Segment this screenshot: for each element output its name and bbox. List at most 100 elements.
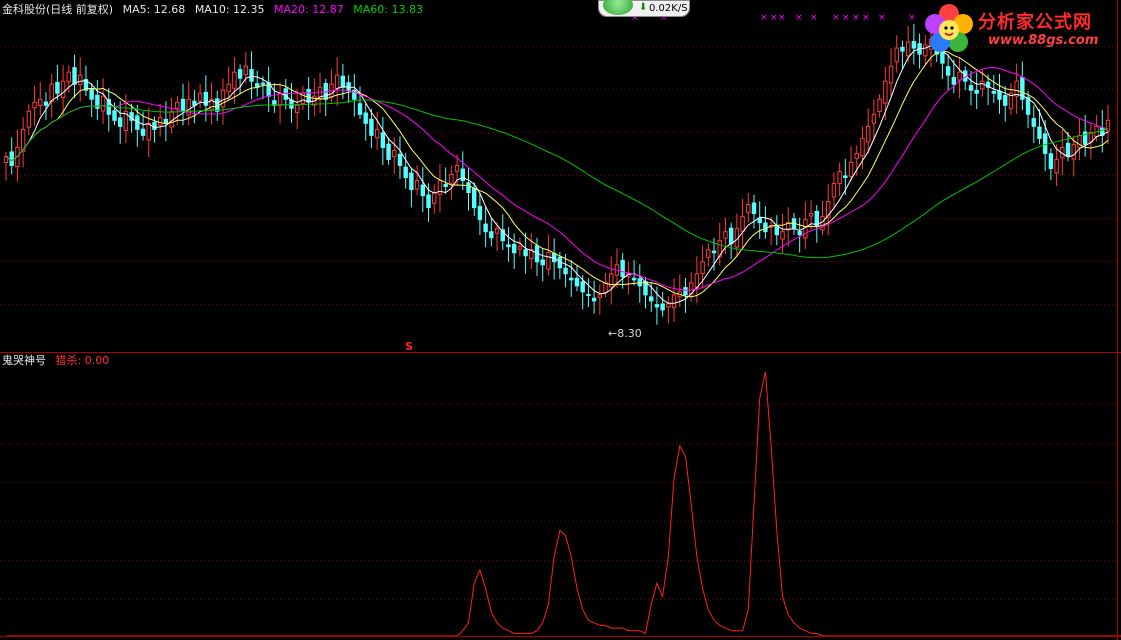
candle-body	[591, 297, 597, 302]
candle-body	[420, 184, 426, 197]
stock-name: 金科股份	[2, 3, 46, 16]
candle-body	[380, 132, 386, 148]
candle-body	[55, 81, 60, 94]
candle-body	[414, 180, 420, 190]
candle-body	[894, 47, 899, 63]
indicator-legend: 鬼哭神号 猎杀: 0.00	[2, 354, 109, 368]
candle-body	[700, 261, 705, 275]
candle-body	[888, 65, 894, 84]
candle-body	[49, 83, 54, 102]
candle-body	[1014, 80, 1019, 97]
site-logo: 分析家公式网 www.88gs.com	[922, 2, 1120, 56]
candle-body	[477, 205, 483, 221]
candle-body	[483, 223, 488, 233]
candle-body	[506, 244, 511, 248]
candle-body	[694, 273, 700, 288]
period-label: (日线 前复权)	[46, 3, 114, 16]
candle-body	[951, 77, 957, 85]
candle-body	[837, 170, 842, 185]
candle-body	[374, 128, 380, 139]
candle-body	[357, 103, 363, 115]
candle-body	[831, 183, 837, 198]
candle-body	[443, 183, 448, 188]
candle-body	[631, 277, 637, 281]
candle-body	[808, 213, 814, 217]
signal-x-marker: ×	[778, 13, 786, 23]
candle-body	[1071, 143, 1076, 160]
indicator-line	[6, 371, 1121, 637]
candle-body	[871, 113, 877, 124]
candle-body	[346, 82, 351, 91]
candle-body	[905, 41, 911, 57]
candle-body	[197, 92, 203, 102]
grid-lines	[0, 46, 1118, 600]
network-speed-text: 0.02K/S	[649, 3, 688, 14]
candle-body	[437, 180, 443, 195]
candle-body	[751, 202, 757, 215]
candle-body	[432, 192, 437, 204]
candle-body	[883, 80, 888, 104]
sell-signal-marker: S	[405, 340, 413, 353]
candle-body	[580, 281, 585, 293]
candlestick-series[interactable]	[3, 20, 1111, 325]
candle-body	[466, 182, 471, 194]
candle-body	[911, 41, 917, 49]
candle-body	[603, 282, 608, 293]
candle-body	[180, 98, 186, 112]
candle-body	[763, 222, 768, 233]
candle-body	[426, 194, 431, 209]
signal-x-marker: ×	[862, 13, 870, 23]
signal-x-marker: ×	[770, 13, 778, 23]
candle-body	[489, 231, 494, 239]
candle-body	[449, 173, 454, 185]
candle-body	[671, 294, 677, 309]
candle-body	[409, 172, 414, 191]
signal-x-marker: ×	[842, 13, 850, 23]
candle-body	[471, 187, 477, 209]
candle-body	[294, 104, 300, 114]
signal-x-marker: ×	[852, 13, 860, 23]
network-speed-widget[interactable]: ⬇ 0.02K/S	[598, 0, 690, 17]
candle-body	[563, 267, 568, 275]
candle-body	[152, 121, 157, 130]
candle-body	[226, 83, 231, 93]
candle-body	[991, 90, 997, 94]
ma5-line	[5, 45, 1109, 304]
candle-body	[306, 88, 311, 103]
stock-chart-window: × × × × × × × × × × × × × 金科股份(日线 前复权) MA5: 12.68 MA…	[0, 0, 1121, 640]
candle-body	[780, 231, 785, 240]
ma10-value: MA10: 12.35	[194, 3, 265, 16]
candle-body	[334, 74, 340, 89]
signal-x-marker: ×	[908, 13, 916, 23]
candle-body	[865, 125, 871, 143]
signal-x-marker: ×	[832, 13, 840, 23]
logo-title: 分析家公式网	[978, 12, 1092, 33]
candle-body	[9, 151, 14, 166]
status-ball-icon	[603, 0, 633, 15]
candle-body	[740, 216, 745, 232]
candle-body	[43, 101, 49, 106]
candle-body	[945, 66, 951, 76]
candle-body	[666, 303, 671, 308]
candle-body	[454, 164, 460, 172]
candle-body	[620, 259, 625, 278]
candle-body	[237, 69, 243, 79]
down-arrow-icon: ⬇	[639, 2, 648, 13]
candle-body	[363, 112, 368, 124]
candle-body	[546, 252, 551, 270]
chart-canvas[interactable]: × × × × × × × × × × × × ×	[0, 0, 1121, 640]
candle-body	[900, 46, 905, 52]
candle-body	[877, 98, 882, 113]
candle-body	[260, 82, 266, 85]
candle-body	[1077, 134, 1082, 149]
candle-body	[746, 204, 751, 214]
lowest-price-marker: ←8.30	[608, 327, 642, 340]
candle-body	[277, 92, 283, 107]
candle-body	[1037, 126, 1042, 139]
candle-body	[89, 88, 94, 100]
candle-body	[220, 89, 226, 108]
candle-body	[968, 85, 974, 91]
candle-body	[32, 101, 37, 109]
candle-body	[854, 152, 859, 159]
candle-body	[511, 244, 517, 254]
